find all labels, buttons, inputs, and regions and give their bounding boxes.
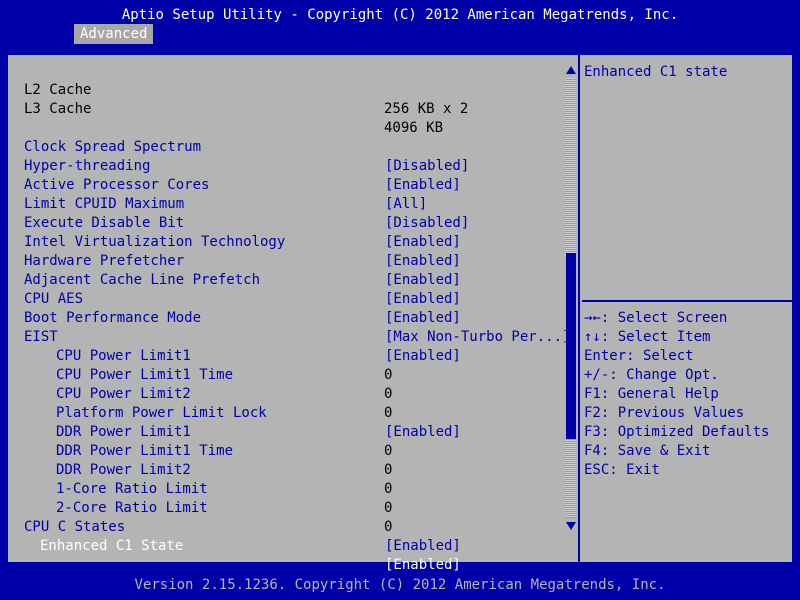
setting-value: 0: [384, 481, 393, 497]
setting-value: 0: [384, 443, 393, 459]
setting-label: Intel Virtualization Technology: [24, 234, 286, 250]
title-bar: Aptio Setup Utility - Copyright (C) 2012…: [0, 0, 800, 44]
setting-value: 0: [384, 386, 393, 402]
key-general-help: F1: General Help: [584, 386, 719, 402]
setting-row-1-core-ratio[interactable]: 1-Core Ratio Limit 0: [56, 461, 392, 516]
scroll-down-arrow-icon[interactable]: [566, 522, 576, 530]
setting-label: DDR Power Limit1 Time: [56, 443, 234, 459]
help-divider: [582, 300, 792, 302]
setting-row-execute-disable[interactable]: Execute Disable Bit [Enabled]: [24, 195, 461, 250]
setting-row-cpu-c-states[interactable]: CPU C States [Enabled]: [24, 499, 461, 554]
setting-label: Adjacent Cache Line Prefetch: [24, 272, 261, 288]
setting-value: [Enabled]: [385, 177, 461, 193]
setting-row-cpu-aes[interactable]: CPU AES [Enabled]: [24, 271, 461, 326]
scroll-up-arrow-icon[interactable]: [566, 66, 576, 74]
setting-row-adjacent-prefetch[interactable]: Adjacent Cache Line Prefetch [Enabled]: [24, 252, 461, 307]
setting-label: DDR Power Limit1: [56, 424, 191, 440]
setting-row-cpu-power-limit1-time[interactable]: CPU Power Limit1 Time 0: [56, 347, 392, 402]
setting-row-platform-power-limit-lock[interactable]: Platform Power Limit Lock [Enabled]: [56, 385, 461, 440]
key-select-item: ↑↓: Select Item: [584, 329, 711, 345]
setting-label: L3 Cache: [24, 101, 92, 117]
key-legend: →←: Select Screen ↑↓: Select Item Enter:…: [584, 309, 769, 480]
setting-value: [Enabled]: [385, 348, 461, 364]
setting-value: [All]: [385, 196, 428, 212]
setting-label: CPU Power Limit1: [56, 348, 191, 364]
setting-row-cpu-power-limit2[interactable]: CPU Power Limit2 0: [56, 366, 392, 421]
setting-value: [Disabled]: [385, 158, 470, 174]
footer-version: Version 2.15.1236. Copyright (C) 2012 Am…: [0, 575, 800, 595]
setting-row-hw-prefetcher[interactable]: Hardware Prefetcher [Enabled]: [24, 233, 461, 288]
setting-row-ddr-power-limit1[interactable]: DDR Power Limit1 0: [56, 404, 392, 459]
setting-value: 0: [384, 367, 393, 383]
setting-label: Enhanced C1 State: [40, 538, 184, 554]
tab-advanced[interactable]: Advanced: [74, 24, 154, 44]
setting-row-ddr-power-limit2[interactable]: DDR Power Limit2 0: [56, 442, 392, 497]
setting-label: Hyper-threading: [24, 158, 151, 174]
setting-value: [Enabled]: [385, 557, 461, 573]
setting-row-boot-performance[interactable]: Boot Performance Mode [Max Non-Turbo Per…: [24, 290, 570, 345]
setting-row-hyper-threading[interactable]: Hyper-threading [Enabled]: [24, 138, 461, 193]
setting-value: 4096 KB: [384, 120, 444, 136]
setting-value: [Disabled]: [385, 215, 470, 231]
scrollbar-thumb[interactable]: [566, 253, 576, 439]
help-description: Enhanced C1 state: [584, 64, 728, 80]
key-enter-select: Enter: Select: [584, 348, 694, 364]
app-title: Aptio Setup Utility - Copyright (C) 2012…: [121, 7, 679, 23]
setting-row-l2-cache: L2 Cache 256 KB x 2: [24, 62, 468, 117]
setting-value: 0: [384, 405, 393, 421]
setting-row-cpu-power-limit1[interactable]: CPU Power Limit1 0: [56, 328, 392, 383]
setting-value: [Enabled]: [385, 291, 461, 307]
setting-label: Execute Disable Bit: [24, 215, 185, 231]
setting-label: Clock Spread Spectrum: [24, 139, 202, 155]
key-save-exit: F4: Save & Exit: [584, 443, 711, 459]
setting-label: 1-Core Ratio Limit: [56, 481, 208, 497]
setting-row-2-core-ratio[interactable]: 2-Core Ratio Limit 0: [56, 480, 392, 535]
setting-value: [Enabled]: [385, 424, 461, 440]
setting-value: 0: [384, 519, 393, 535]
setting-value: [Max Non-Turbo Per...]: [385, 329, 571, 345]
setting-value: 256 KB x 2: [384, 101, 469, 117]
setting-value: [Enabled]: [385, 538, 461, 554]
setting-label: DDR Power Limit2: [56, 462, 191, 478]
key-previous-values: F2: Previous Values: [584, 405, 745, 421]
setting-value: [Enabled]: [385, 234, 461, 250]
key-change-opt: +/-: Change Opt.: [584, 367, 719, 383]
key-select-screen: →←: Select Screen: [584, 310, 728, 326]
setting-row-clock-spread[interactable]: Clock Spread Spectrum [Disabled]: [24, 119, 469, 174]
setting-label: EIST: [24, 329, 58, 345]
setting-value: [Enabled]: [385, 310, 461, 326]
key-optimized-defaults: F3: Optimized Defaults: [584, 424, 770, 440]
setting-row-enhanced-c1-state[interactable]: Enhanced C1 State [Enabled]: [40, 518, 461, 573]
setting-row-ddr-power-limit1-time[interactable]: DDR Power Limit1 Time 0: [56, 423, 392, 478]
setting-value: 0: [384, 462, 393, 478]
setting-label: Limit CPUID Maximum: [24, 196, 185, 212]
setting-label: CPU Power Limit1 Time: [56, 367, 234, 383]
setting-label: 2-Core Ratio Limit: [56, 500, 208, 516]
setting-label: CPU Power Limit2: [56, 386, 191, 402]
setting-label: Boot Performance Mode: [24, 310, 202, 326]
setting-label: Active Processor Cores: [24, 177, 210, 193]
setting-row-eist[interactable]: EIST [Enabled]: [24, 309, 461, 364]
setting-row-limit-cpuid[interactable]: Limit CPUID Maximum [Disabled]: [24, 176, 469, 231]
setting-label: Hardware Prefetcher: [24, 253, 185, 269]
setting-value: 0: [384, 500, 393, 516]
setting-label: Platform Power Limit Lock: [56, 405, 267, 421]
setting-value: [Enabled]: [385, 272, 461, 288]
setting-value: [Enabled]: [385, 253, 461, 269]
key-esc-exit: ESC: Exit: [584, 462, 660, 478]
setting-row-intel-vt[interactable]: Intel Virtualization Technology [Enabled…: [24, 214, 461, 269]
setting-row-active-cores[interactable]: Active Processor Cores [All]: [24, 157, 427, 212]
setting-row-l3-cache: L3 Cache 4096 KB: [24, 81, 443, 136]
